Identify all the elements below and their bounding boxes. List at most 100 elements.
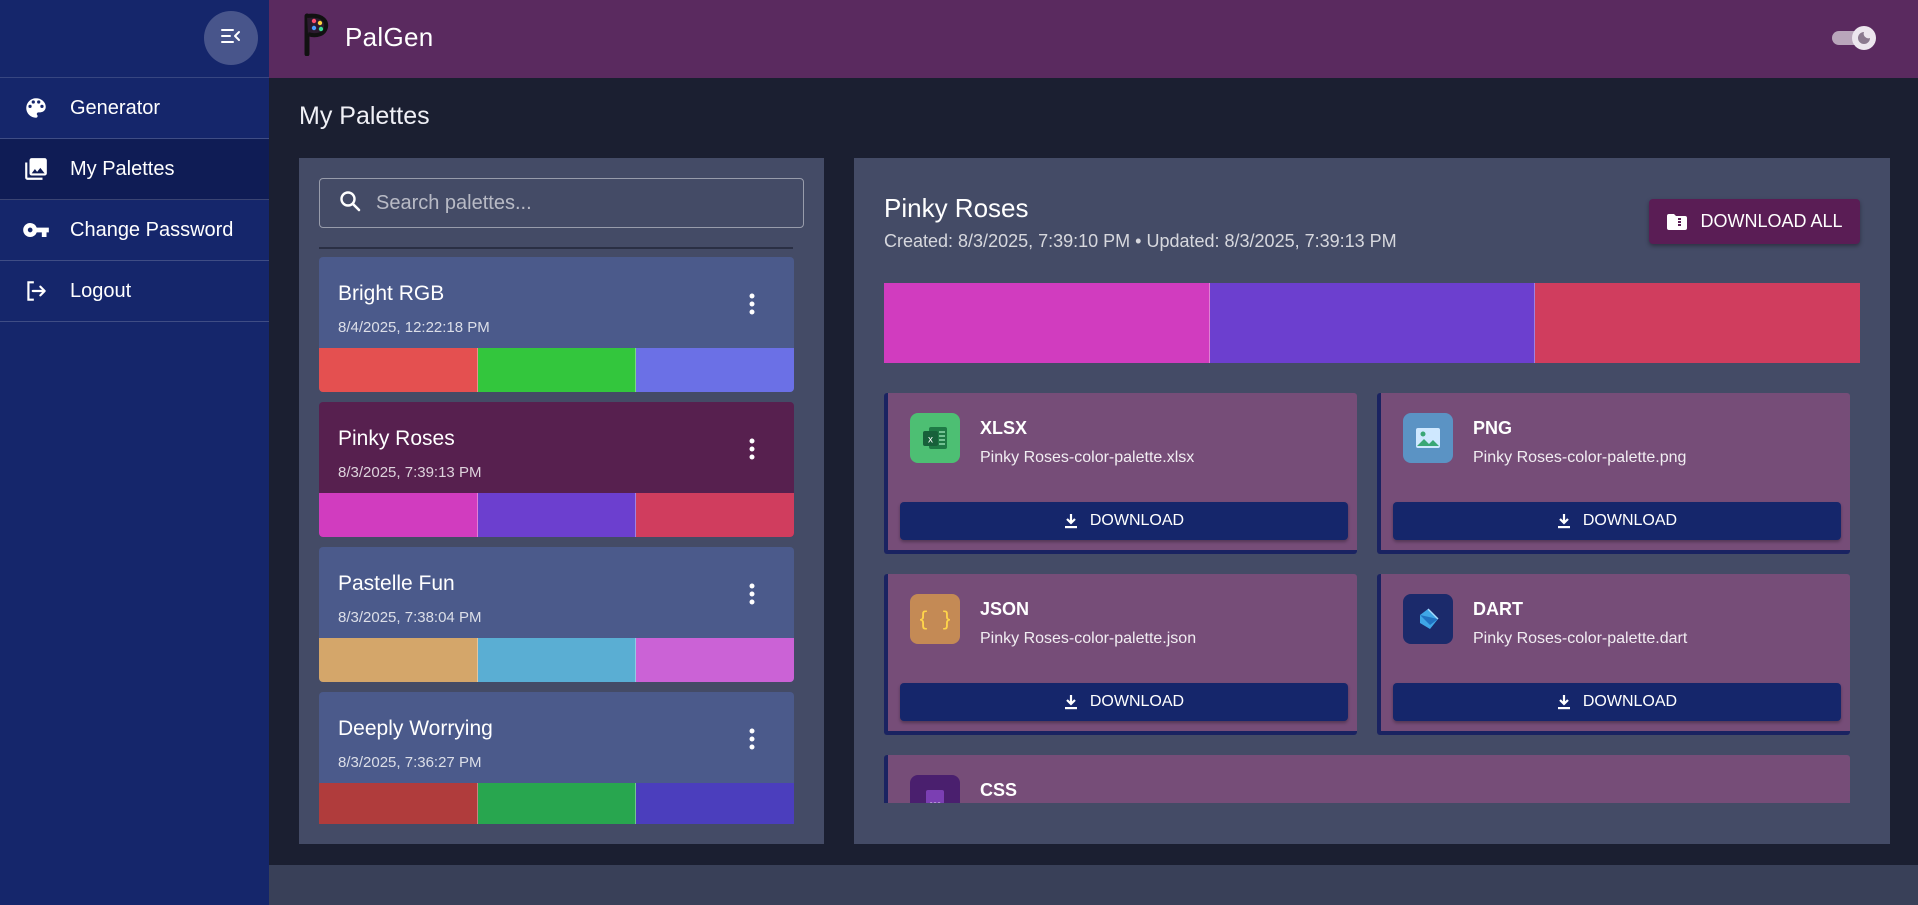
menu-collapse-icon	[219, 24, 243, 53]
search-field[interactable]	[319, 178, 804, 228]
color-swatch	[477, 493, 637, 537]
color-swatch	[319, 348, 478, 392]
download-all-button[interactable]: DOWNLOAD ALL	[1649, 199, 1860, 244]
download-icon	[1064, 513, 1078, 529]
theme-toggle[interactable]	[1832, 26, 1876, 50]
detail-timestamps: Created: 8/3/2025, 7:39:10 PM • Updated:…	[884, 231, 1397, 251]
palette-name: Deeply Worrying	[338, 717, 493, 740]
color-swatch	[636, 638, 794, 682]
color-swatch	[636, 348, 794, 392]
svg-text:css: css	[929, 800, 941, 803]
download-icon	[1064, 694, 1078, 710]
more-vert-icon[interactable]	[737, 434, 767, 464]
sidebar-item-label: Change Password	[70, 218, 234, 241]
palette-date: 8/4/2025, 12:22:18 PM	[338, 319, 490, 336]
color-swatch	[319, 783, 478, 824]
sidebar: Generator My Palettes Change Password Lo…	[0, 0, 269, 905]
format-card-xlsx: x XLSX Pinky Roses-color-palette.xlsx DO…	[884, 393, 1357, 554]
logout-icon	[22, 277, 50, 305]
palette-name: Bright RGB	[338, 282, 445, 305]
download-label: DOWNLOAD	[1582, 693, 1678, 710]
palette-card-pastelle-fun[interactable]: Pastelle Fun 8/3/2025, 7:38:04 PM	[319, 547, 794, 682]
format-label: DART	[1473, 599, 1523, 619]
svg-text:x: x	[928, 435, 933, 446]
brand-name: PalGen	[345, 22, 434, 52]
download-label: DOWNLOAD	[1089, 512, 1185, 529]
download-dart-button[interactable]: DOWNLOAD	[1393, 683, 1841, 721]
color-swatch	[884, 283, 1210, 363]
download-icon	[1557, 513, 1571, 529]
sidebar-item-logout[interactable]: Logout	[0, 261, 269, 322]
search-input[interactable]	[376, 191, 776, 215]
download-label: DOWNLOAD	[1089, 693, 1185, 710]
palette-swatches	[319, 783, 794, 824]
collapse-sidebar-button[interactable]	[204, 11, 258, 65]
dart-icon	[1403, 594, 1453, 644]
photo-library-icon	[22, 155, 50, 183]
format-filename: Pinky Roses-color-palette.dart	[1473, 630, 1688, 647]
color-swatch	[319, 493, 478, 537]
sidebar-item-change-password[interactable]: Change Password	[0, 200, 269, 261]
palette-swatches	[319, 348, 794, 392]
palette-date: 8/3/2025, 7:38:04 PM	[338, 609, 482, 626]
color-swatch	[319, 638, 478, 682]
format-card-json: { } JSON Pinky Roses-color-palette.json …	[884, 574, 1357, 735]
format-filename: Pinky Roses-color-palette.xlsx	[980, 449, 1195, 466]
color-swatch	[477, 348, 637, 392]
download-png-button[interactable]: DOWNLOAD	[1393, 502, 1841, 540]
format-card-dart: DART Pinky Roses-color-palette.dart DOWN…	[1377, 574, 1850, 735]
format-label: PNG	[1473, 418, 1513, 438]
palette-name: Pastelle Fun	[338, 572, 455, 595]
color-swatch	[1535, 283, 1861, 363]
download-icon	[1557, 694, 1571, 710]
palgen-logo-icon	[301, 12, 329, 57]
palette-list[interactable]: Bright RGB 8/4/2025, 12:22:18 PM Pinky R…	[319, 257, 794, 824]
palette-name: Pinky Roses	[338, 427, 455, 450]
search-icon	[338, 189, 362, 218]
color-swatch	[1209, 283, 1536, 363]
color-swatch	[477, 783, 637, 824]
sidebar-item-my-palettes[interactable]: My Palettes	[0, 139, 269, 200]
json-braces-icon: { }	[910, 594, 960, 644]
excel-icon: x	[910, 413, 960, 463]
download-xlsx-button[interactable]: DOWNLOAD	[900, 502, 1348, 540]
export-formats: x XLSX Pinky Roses-color-palette.xlsx DO…	[884, 393, 1860, 803]
download-label: DOWNLOAD	[1582, 512, 1678, 529]
palette-icon	[22, 94, 50, 122]
palette-card-bright-rgb[interactable]: Bright RGB 8/4/2025, 12:22:18 PM	[319, 257, 794, 392]
download-json-button[interactable]: DOWNLOAD	[900, 683, 1348, 721]
divider	[319, 247, 793, 249]
sidebar-item-generator[interactable]: Generator	[0, 78, 269, 139]
palette-detail-panel: Pinky Roses Created: 8/3/2025, 7:39:10 P…	[854, 158, 1890, 844]
page-title: My Palettes	[299, 102, 430, 130]
palette-date: 8/3/2025, 7:39:13 PM	[338, 464, 482, 481]
detail-swatches	[884, 283, 1861, 363]
key-icon	[22, 216, 50, 244]
format-label: XLSX	[980, 418, 1028, 438]
detail-title: Pinky Roses	[884, 193, 1029, 223]
format-card-css: css CSS	[884, 755, 1850, 803]
palette-card-pinky-roses[interactable]: Pinky Roses 8/3/2025, 7:39:13 PM	[319, 402, 794, 537]
more-vert-icon[interactable]	[737, 724, 767, 754]
palette-date: 8/3/2025, 7:36:27 PM	[338, 754, 482, 771]
more-vert-icon[interactable]	[737, 579, 767, 609]
css-icon: css	[910, 775, 960, 803]
sidebar-header	[0, 0, 269, 78]
format-label: CSS	[980, 780, 1018, 800]
moon-icon	[1852, 26, 1876, 50]
svg-text:{ }: { }	[920, 607, 950, 631]
download-all-label: DOWNLOAD ALL	[1700, 211, 1843, 231]
sidebar-item-label: Generator	[70, 96, 161, 119]
palette-list-panel: Bright RGB 8/4/2025, 12:22:18 PM Pinky R…	[299, 158, 824, 844]
palette-card-deeply-worrying[interactable]: Deeply Worrying 8/3/2025, 7:36:27 PM	[319, 692, 794, 824]
image-icon	[1403, 413, 1453, 463]
color-swatch	[477, 638, 637, 682]
top-bar: PalGen	[269, 0, 1918, 78]
color-swatch	[636, 783, 794, 824]
format-card-png: PNG Pinky Roses-color-palette.png DOWNLO…	[1377, 393, 1850, 554]
more-vert-icon[interactable]	[737, 289, 767, 319]
folder-zip-icon	[1666, 213, 1688, 231]
format-filename: Pinky Roses-color-palette.json	[980, 630, 1197, 647]
footer	[269, 865, 1918, 905]
sidebar-item-label: My Palettes	[70, 157, 175, 180]
